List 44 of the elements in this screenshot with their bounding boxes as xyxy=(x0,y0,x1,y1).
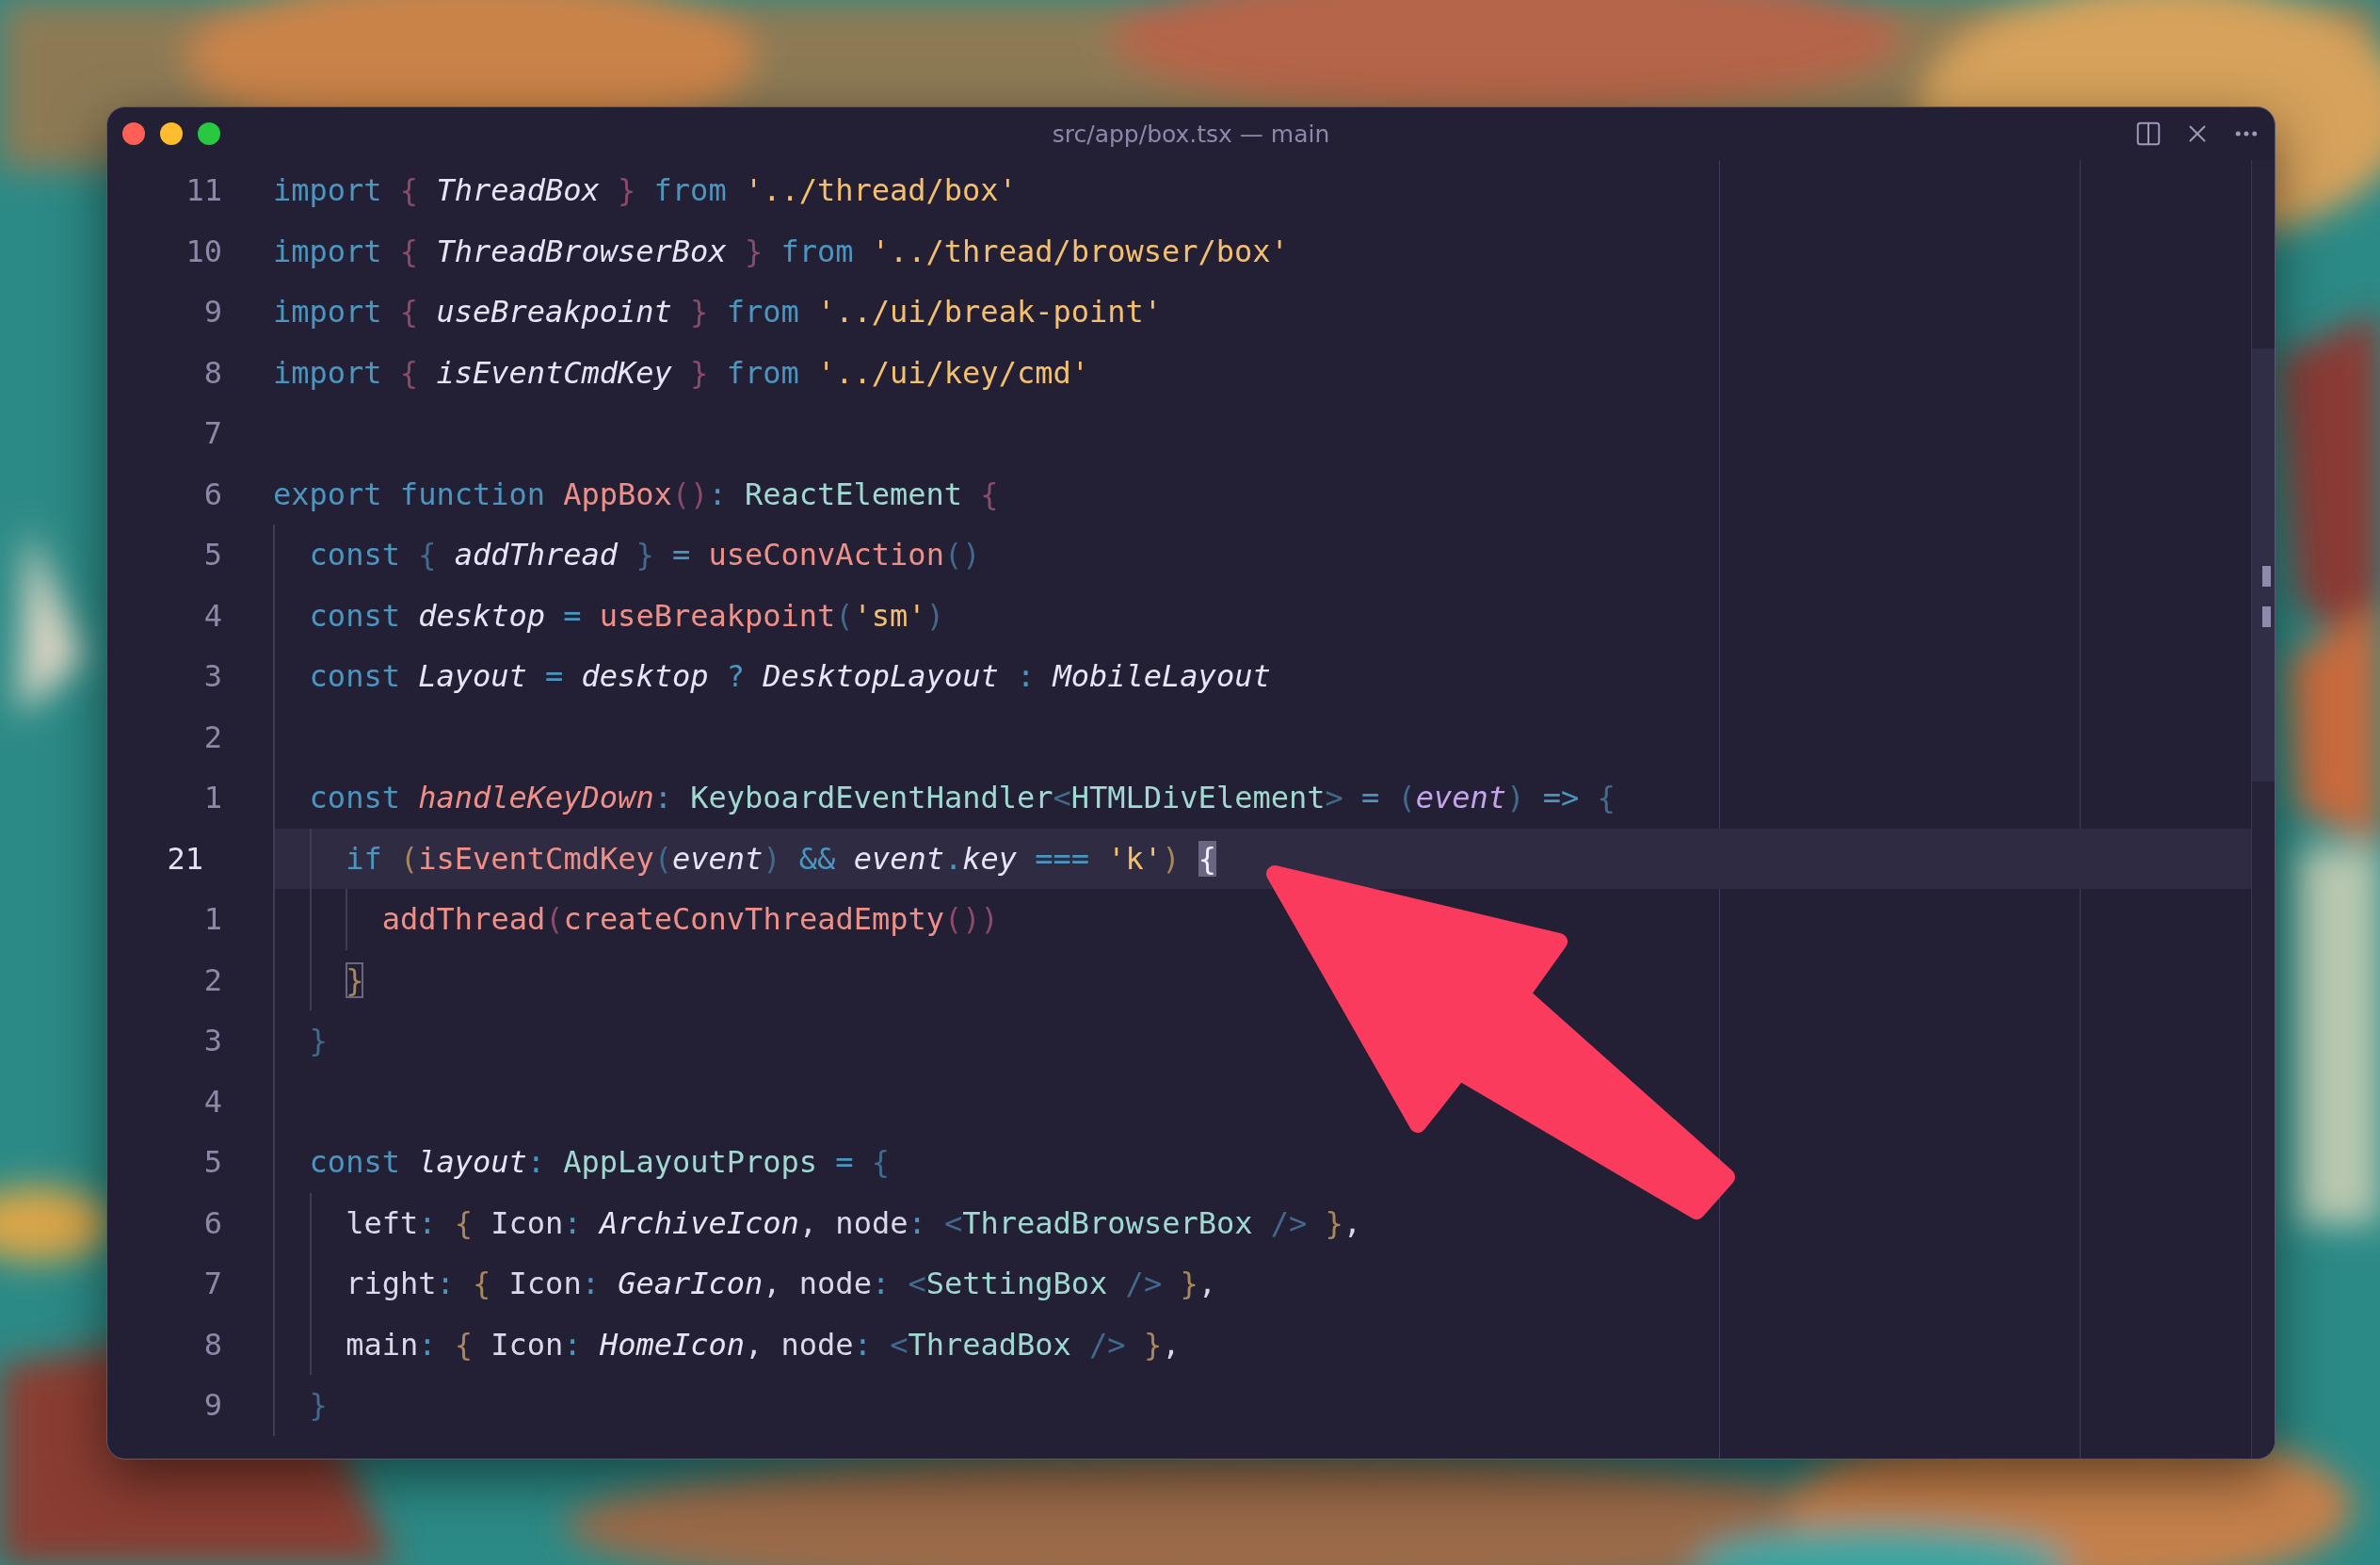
code-line: main: { Icon: HomeIcon, node: <ThreadBox /> }, xyxy=(346,1326,1181,1363)
code-line: } xyxy=(309,1387,328,1424)
line-number: 7 xyxy=(202,415,223,452)
code-line: const layout: AppLayoutProps = { xyxy=(309,1144,891,1181)
minimize-button[interactable] xyxy=(160,122,183,145)
code-line: const Layout = desktop ? DesktopLayout : MobileLayout xyxy=(309,658,1271,695)
line-number: 11 xyxy=(185,172,223,209)
line-number: 21 xyxy=(166,840,204,877)
code-line: export function AppBox(): ReactElement { xyxy=(273,476,999,512)
window-title: src/app/box.tsx — main xyxy=(1052,120,1330,148)
code-line: } xyxy=(309,1023,328,1059)
line-number: 1 xyxy=(202,901,223,938)
code-line: addThread(createConvThreadEmpty()) xyxy=(381,901,999,938)
code-line: import { isEventCmdKey } from '../ui/key/cmd' xyxy=(273,354,1089,391)
code-line: const desktop = useBreakpoint('sm') xyxy=(309,597,944,634)
code-line: const { addThread } = useConvAction() xyxy=(309,537,981,573)
code-line: const handleKeyDown: KeyboardEventHandler<HTMLDivElement> = (event) => { xyxy=(309,780,1616,816)
code-line: } xyxy=(346,961,364,998)
code-line: import { ThreadBox } from '../thread/box' xyxy=(273,172,1017,209)
line-number: 9 xyxy=(202,1387,223,1424)
code-line: right: { Icon: GearIcon, node: <SettingBox /> }, xyxy=(346,1266,1216,1302)
code-line: import { useBreakpoint } from '../ui/break-point' xyxy=(273,294,1162,331)
line-number: 4 xyxy=(202,1083,223,1120)
line-number: 3 xyxy=(202,658,223,695)
line-number: 10 xyxy=(185,233,223,269)
code-line: if (isEventCmdKey(event) && event.key === 'k') { xyxy=(346,840,1216,877)
line-number: 8 xyxy=(202,354,223,391)
line-number: 2 xyxy=(202,718,223,755)
code-line: import { ThreadBrowserBox } from '../thread/browser/box' xyxy=(273,233,1289,269)
line-number: 7 xyxy=(202,1266,223,1302)
line-number: 3 xyxy=(202,1023,223,1059)
line-number: 2 xyxy=(202,961,223,998)
line-number: 6 xyxy=(202,476,223,512)
line-number: 6 xyxy=(202,1204,223,1241)
line-number: 5 xyxy=(202,1144,223,1181)
zoom-button[interactable] xyxy=(198,122,220,145)
line-number: 8 xyxy=(202,1326,223,1363)
close-button[interactable] xyxy=(122,122,145,145)
line-number: 4 xyxy=(202,597,223,634)
line-number: 5 xyxy=(202,537,223,573)
line-number: 1 xyxy=(202,780,223,816)
line-number: 9 xyxy=(202,294,223,331)
code-line: left: { Icon: ArchiveIcon, node: <ThreadBrowserBox /> }, xyxy=(346,1204,1362,1241)
scrollbar[interactable] xyxy=(2251,160,2275,1459)
